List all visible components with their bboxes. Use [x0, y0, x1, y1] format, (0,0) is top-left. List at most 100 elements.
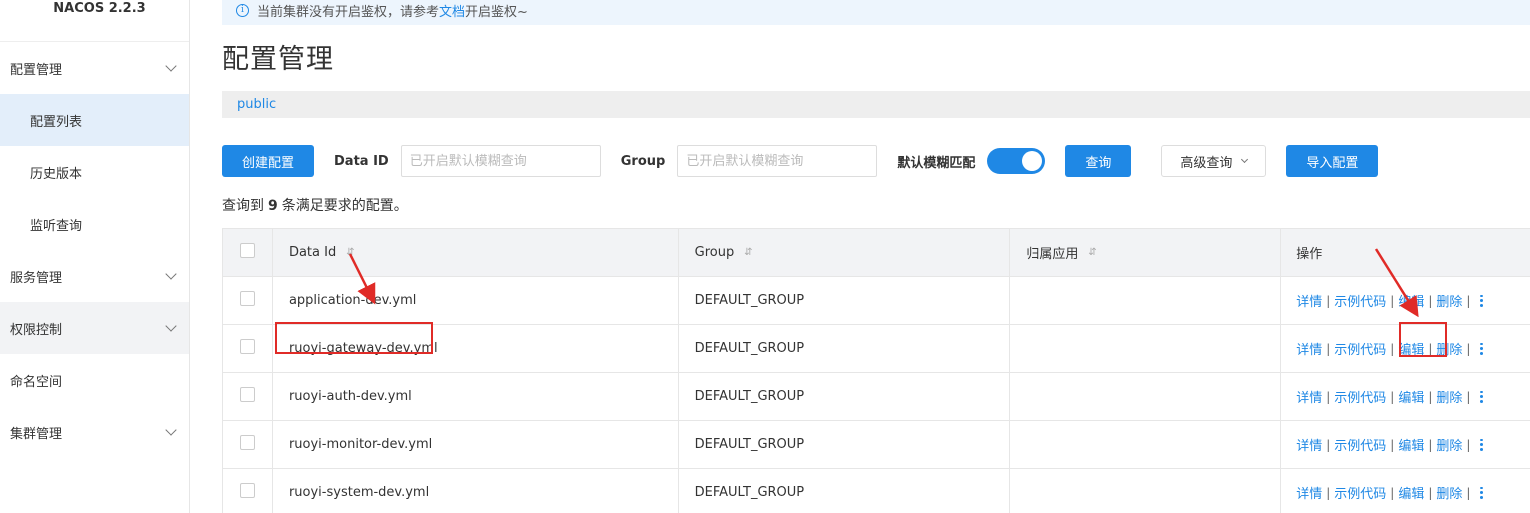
separator: | — [1326, 437, 1331, 452]
fuzzy-match-toggle[interactable] — [987, 148, 1046, 174]
sample-code-link[interactable]: 示例代码 — [1334, 435, 1386, 454]
edit-link[interactable]: 编辑 — [1398, 387, 1424, 406]
sort-icon[interactable]: ⇵ — [1088, 247, 1096, 258]
ops-cell: 详情 | 示例代码 | 编辑 | 删除 | — [1281, 421, 1530, 468]
detail-link[interactable]: 详情 — [1296, 387, 1322, 406]
advanced-search-label: 高级查询 — [1180, 155, 1233, 171]
row-checkbox[interactable] — [239, 291, 255, 306]
more-actions-icon[interactable] — [1480, 390, 1484, 404]
sidebar-item-service-management[interactable]: 服务管理 — [0, 250, 189, 302]
sidebar-item-config-list[interactable]: 配置列表 — [0, 94, 189, 146]
fuzzy-match-label: 默认模糊匹配 — [897, 155, 976, 171]
result-suffix: 条满足要求的配置。 — [281, 198, 408, 214]
row-checkbox-cell — [223, 469, 273, 513]
sidebar-item-cluster-management[interactable]: 集群管理 — [0, 406, 189, 458]
chevron-down-icon — [165, 268, 177, 280]
more-actions-icon[interactable] — [1480, 486, 1484, 500]
delete-link[interactable]: 删除 — [1436, 435, 1462, 454]
app-cell — [1010, 421, 1282, 468]
more-actions-icon[interactable] — [1480, 342, 1484, 356]
separator: | — [1428, 389, 1433, 404]
table-row: ruoyi-monitor-dev.yml DEFAULT_GROUP 详情 |… — [223, 421, 1530, 469]
group-cell: DEFAULT_GROUP — [679, 373, 1011, 420]
chevron-down-icon — [165, 424, 177, 436]
sort-icon[interactable]: ⇵ — [346, 247, 354, 258]
separator: | — [1390, 341, 1395, 356]
separator: | — [1466, 341, 1471, 356]
sidebar-item-access-control[interactable]: 权限控制 — [0, 302, 189, 354]
row-actions: 详情 | 示例代码 | 编辑 | 删除 | — [1296, 339, 1484, 358]
more-actions-icon[interactable] — [1480, 294, 1484, 308]
chevron-down-icon — [165, 60, 177, 72]
separator: | — [1428, 437, 1433, 452]
row-checkbox[interactable] — [239, 435, 255, 450]
auth-notice: i 当前集群没有开启鉴权，请参考 文档 开启鉴权~ — [222, 0, 1530, 25]
select-all-checkbox[interactable] — [239, 243, 255, 258]
group-search-input[interactable] — [677, 145, 878, 177]
sidebar-item-namespace[interactable]: 命名空间 — [0, 354, 189, 406]
data-id-cell: ruoyi-monitor-dev.yml — [273, 421, 679, 468]
detail-link[interactable]: 详情 — [1296, 291, 1322, 310]
group-value: DEFAULT_GROUP — [694, 485, 805, 500]
namespace-public[interactable]: public — [237, 97, 276, 112]
sidebar-item-label: 监听查询 — [30, 218, 83, 234]
row-checkbox[interactable] — [239, 483, 255, 498]
data-id-cell: application-dev.yml — [273, 277, 679, 324]
data-id-value: ruoyi-monitor-dev.yml — [288, 437, 433, 452]
docs-link[interactable]: 文档 — [439, 1, 465, 20]
sample-code-link[interactable]: 示例代码 — [1334, 291, 1386, 310]
row-actions: 详情 | 示例代码 | 编辑 | 删除 | — [1296, 291, 1484, 310]
data-id-cell: ruoyi-auth-dev.yml — [273, 373, 679, 420]
detail-link[interactable]: 详情 — [1296, 435, 1322, 454]
delete-link[interactable]: 删除 — [1436, 291, 1462, 310]
row-checkbox[interactable] — [239, 339, 255, 354]
dataid-search-input[interactable] — [400, 145, 601, 177]
row-checkbox-cell — [223, 373, 273, 420]
row-checkbox[interactable] — [239, 387, 255, 402]
toggle-knob — [1022, 151, 1043, 171]
separator: | — [1390, 389, 1395, 404]
import-config-button[interactable]: 导入配置 — [1286, 145, 1379, 177]
edit-link[interactable]: 编辑 — [1398, 435, 1424, 454]
edit-link[interactable]: 编辑 — [1398, 339, 1424, 358]
table-row: application-dev.yml DEFAULT_GROUP 详情 | 示… — [223, 277, 1530, 325]
group-value: DEFAULT_GROUP — [694, 437, 805, 452]
app-cell — [1010, 277, 1282, 324]
edit-link[interactable]: 编辑 — [1398, 483, 1424, 502]
data-id-cell: ruoyi-gateway-dev.yml — [273, 325, 679, 372]
header-group[interactable]: Group ⇵ — [679, 229, 1011, 276]
sidebar-item-listener-query[interactable]: 监听查询 — [0, 198, 189, 250]
row-checkbox-cell — [223, 421, 273, 468]
app-cell — [1010, 469, 1282, 513]
result-prefix: 查询到 — [222, 198, 264, 214]
header-data-id[interactable]: Data Id ⇵ — [273, 229, 679, 276]
separator: | — [1326, 341, 1331, 356]
separator: | — [1326, 485, 1331, 500]
sidebar-item-config-management[interactable]: 配置管理 — [0, 42, 189, 94]
sidebar-item-label: 配置管理 — [10, 62, 63, 78]
header-app[interactable]: 归属应用 ⇵ — [1010, 229, 1282, 276]
sample-code-link[interactable]: 示例代码 — [1334, 339, 1386, 358]
group-cell: DEFAULT_GROUP — [679, 277, 1011, 324]
create-config-button[interactable]: 创建配置 — [222, 145, 315, 177]
detail-link[interactable]: 详情 — [1296, 339, 1322, 358]
edit-link[interactable]: 编辑 — [1398, 291, 1424, 310]
separator: | — [1428, 485, 1433, 500]
delete-link[interactable]: 删除 — [1436, 387, 1462, 406]
delete-link[interactable]: 删除 — [1436, 339, 1462, 358]
data-id-cell: ruoyi-system-dev.yml — [273, 469, 679, 513]
more-actions-icon[interactable] — [1480, 438, 1484, 452]
group-cell: DEFAULT_GROUP — [679, 421, 1011, 468]
toolbar: 创建配置 Data ID Group 默认模糊匹配 查询 高级查询 导入配置 — [222, 145, 1530, 177]
search-button[interactable]: 查询 — [1065, 145, 1132, 177]
sidebar-item-label: 服务管理 — [10, 270, 63, 286]
detail-link[interactable]: 详情 — [1296, 483, 1322, 502]
advanced-search-dropdown[interactable]: 高级查询 — [1161, 145, 1267, 177]
separator: | — [1428, 341, 1433, 356]
separator: | — [1326, 293, 1331, 308]
delete-link[interactable]: 删除 — [1436, 483, 1462, 502]
sort-icon[interactable]: ⇵ — [744, 247, 752, 258]
sample-code-link[interactable]: 示例代码 — [1334, 387, 1386, 406]
sidebar-item-history[interactable]: 历史版本 — [0, 146, 189, 198]
sample-code-link[interactable]: 示例代码 — [1334, 483, 1386, 502]
